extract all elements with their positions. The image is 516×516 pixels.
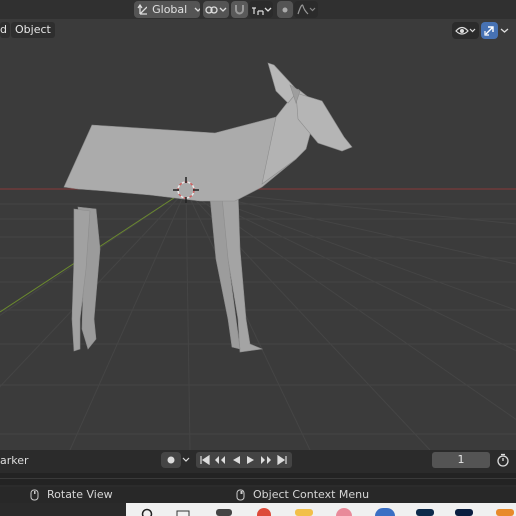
files-icon[interactable] bbox=[295, 509, 313, 516]
record-dot-icon bbox=[167, 456, 175, 464]
search-icon[interactable] bbox=[140, 508, 154, 516]
chevron-down-icon bbox=[194, 7, 200, 12]
deer-model bbox=[63, 62, 353, 353]
transform-orientation-label: Global bbox=[152, 3, 188, 16]
photoshop-icon[interactable] bbox=[416, 509, 434, 516]
chevron-down-icon bbox=[469, 28, 476, 33]
gizmo-toggle[interactable] bbox=[481, 22, 498, 39]
gizmo-arrow-icon bbox=[484, 26, 494, 36]
3d-viewport[interactable] bbox=[0, 19, 516, 450]
rotate-view-hint: Rotate View bbox=[47, 488, 113, 501]
snap-toggle[interactable] bbox=[231, 1, 248, 18]
viewport-header-toolbar: Global bbox=[0, 0, 516, 19]
chevron-down-icon[interactable] bbox=[182, 456, 190, 464]
gizmo-options-dropdown[interactable] bbox=[500, 25, 509, 38]
mouse-icon bbox=[30, 489, 39, 501]
stopwatch-icon[interactable] bbox=[496, 453, 510, 467]
falloff-curve-icon bbox=[296, 4, 308, 15]
timeline-ruler[interactable] bbox=[0, 473, 516, 485]
chrome-icon[interactable] bbox=[257, 508, 271, 516]
viewport-grid bbox=[0, 62, 516, 450]
other-app-icon[interactable] bbox=[496, 509, 514, 516]
link-pivot-icon bbox=[205, 5, 218, 14]
chevron-down-icon bbox=[500, 28, 509, 33]
pivot-point-dropdown[interactable] bbox=[203, 1, 229, 18]
chevron-down-icon bbox=[264, 7, 271, 12]
chevron-down-icon bbox=[219, 7, 227, 12]
transform-orientation-dropdown[interactable]: Global bbox=[134, 1, 200, 18]
menu-object[interactable]: Object bbox=[11, 22, 55, 38]
mouse-icon bbox=[236, 489, 245, 501]
next-keyframe-icon[interactable] bbox=[260, 455, 272, 465]
snap-target-dropdown[interactable] bbox=[249, 1, 273, 18]
store-icon[interactable] bbox=[216, 509, 232, 516]
proportional-falloff-dropdown[interactable] bbox=[294, 1, 318, 18]
prev-keyframe-icon[interactable] bbox=[214, 455, 226, 465]
timeline-marker-menu[interactable]: arker bbox=[0, 454, 29, 468]
blender-icon[interactable] bbox=[375, 508, 395, 516]
chevron-down-icon bbox=[309, 7, 315, 12]
playback-controls bbox=[196, 452, 292, 468]
snap-increment-icon bbox=[251, 6, 264, 15]
snap-magnet-icon bbox=[235, 5, 244, 15]
context-menu-hint: Object Context Menu bbox=[253, 488, 370, 501]
proportional-editing-toggle[interactable] bbox=[277, 1, 293, 18]
play-reverse-icon[interactable] bbox=[231, 455, 241, 465]
jump-end-icon[interactable] bbox=[277, 455, 287, 465]
menu-add-partial[interactable]: d bbox=[0, 22, 10, 38]
current-frame-field[interactable]: 1 bbox=[432, 452, 490, 468]
selectability-visibility-dropdown[interactable] bbox=[452, 22, 479, 39]
jump-start-icon[interactable] bbox=[200, 455, 210, 465]
taskview-icon[interactable] bbox=[176, 508, 190, 516]
lightroom-icon[interactable] bbox=[455, 509, 473, 516]
status-bar: Rotate View Object Context Menu bbox=[0, 487, 516, 503]
eye-visibility-icon bbox=[455, 26, 469, 35]
transform-axes-icon bbox=[137, 3, 148, 15]
play-icon[interactable] bbox=[246, 455, 256, 465]
auto-keying-toggle[interactable] bbox=[161, 452, 181, 468]
proportional-edit-icon bbox=[282, 7, 288, 12]
